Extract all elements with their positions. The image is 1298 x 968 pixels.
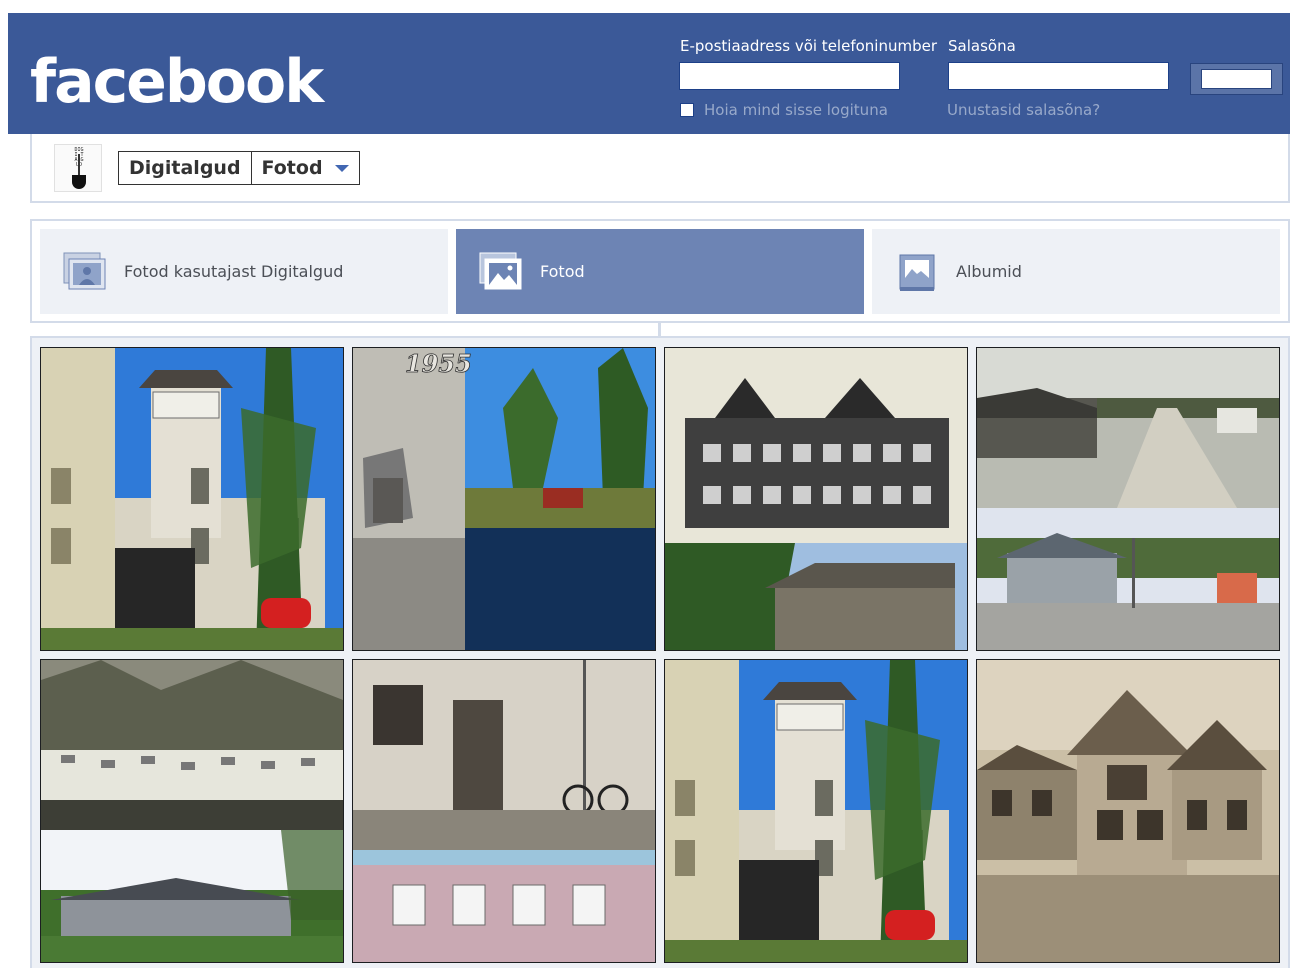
photo-thumbnail[interactable] — [976, 347, 1280, 651]
forgot-password-link[interactable]: Unustasid salasõna? — [947, 101, 1100, 119]
tagged-photos-icon — [62, 251, 108, 293]
breadcrumb-page-name[interactable]: Digitalgud — [119, 152, 251, 184]
tab-tagged-photos-label: Fotod kasutajast Digitalgud — [124, 262, 344, 281]
photo-thumbnail[interactable] — [352, 659, 656, 963]
photo-thumbnail[interactable] — [40, 347, 344, 651]
facebook-logo[interactable]: facebook — [30, 47, 324, 117]
photo-thumbnail[interactable]: 1955 — [352, 347, 656, 651]
tab-photos-label: Fotod — [540, 262, 585, 281]
email-label: E-postiaadress või telefoninumber — [680, 37, 937, 55]
password-label: Salasõna — [948, 37, 1016, 55]
keep-logged-in-checkbox[interactable] — [680, 103, 694, 117]
photo-thumbnail[interactable] — [40, 659, 344, 963]
login-button-face — [1201, 69, 1272, 89]
password-field[interactable] — [948, 62, 1169, 90]
photo-thumbnail[interactable] — [664, 347, 968, 651]
album-icon — [894, 251, 940, 293]
tab-photos[interactable]: Fotod — [456, 229, 864, 314]
photos-icon — [478, 251, 524, 293]
page-avatar[interactable]: DIGI TALGUD — [54, 144, 102, 192]
tab-albums[interactable]: Albumid — [872, 229, 1280, 314]
photo-tabs: Fotod kasutajast Digitalgud Fotod Albumi… — [30, 219, 1290, 323]
tab-divider — [658, 322, 661, 336]
page: facebook E-postiaadress või telefoninumb… — [0, 0, 1298, 968]
top-bar: facebook E-postiaadress või telefoninumb… — [8, 13, 1290, 134]
photo-thumbnail[interactable] — [976, 659, 1280, 963]
tab-tagged-photos[interactable]: Fotod kasutajast Digitalgud — [40, 229, 448, 314]
photo-grid: 1955 — [30, 336, 1290, 968]
page-header: DIGI TALGUD Digitalgud Fotod — [30, 134, 1290, 203]
photo-thumbnail[interactable] — [664, 659, 968, 963]
email-field[interactable] — [679, 62, 900, 90]
shovel-icon — [78, 154, 80, 176]
breadcrumb-section-dropdown[interactable]: Fotod — [250, 152, 359, 184]
keep-logged-in-label: Hoia mind sisse logituna — [704, 101, 888, 119]
chevron-down-icon — [334, 164, 349, 172]
photo-year-stamp: 1955 — [405, 349, 472, 378]
keep-logged-in[interactable]: Hoia mind sisse logituna — [680, 101, 888, 119]
tab-albums-label: Albumid — [956, 262, 1022, 281]
breadcrumb-section-label: Fotod — [261, 157, 323, 179]
shovel-blade — [72, 175, 86, 189]
breadcrumb: Digitalgud Fotod — [118, 151, 360, 185]
login-button[interactable] — [1190, 63, 1283, 95]
